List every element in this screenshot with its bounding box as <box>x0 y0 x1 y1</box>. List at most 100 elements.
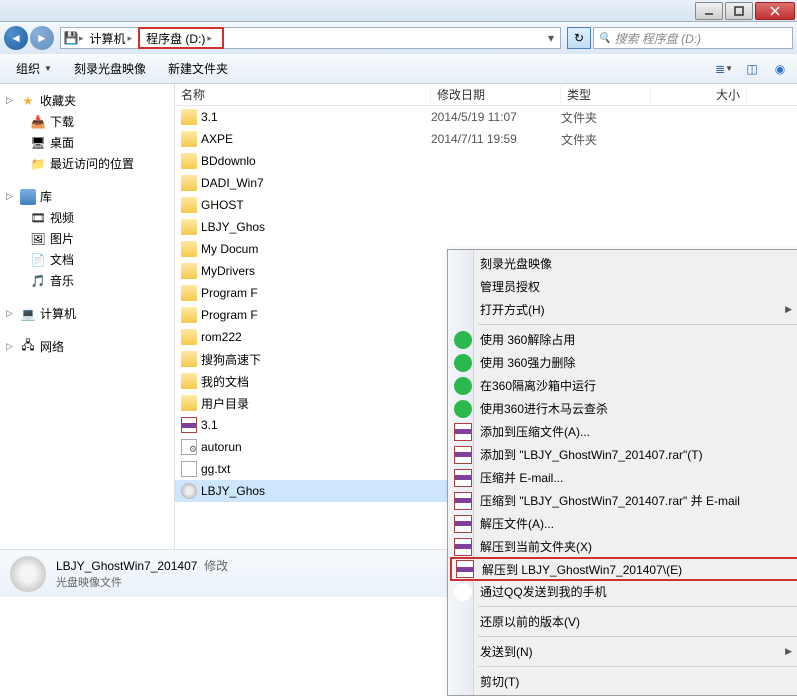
sidebar-item-documents[interactable]: 📄文档 <box>4 249 170 270</box>
help-button[interactable]: ◉ <box>769 59 791 79</box>
context-menu-item[interactable]: 还原以前的版本(V) <box>450 610 797 633</box>
search-icon: 🔍 <box>598 33 610 44</box>
folder-icon <box>181 285 197 301</box>
folder-icon <box>181 373 197 389</box>
context-menu-item[interactable]: 使用 360强力删除 <box>450 351 797 374</box>
file-name: rom222 <box>201 330 242 344</box>
context-menu-item[interactable]: 添加到 "LBJY_GhostWin7_201407.rar"(T) <box>450 443 797 466</box>
context-menu-item[interactable]: 使用 360解除占用 <box>450 328 797 351</box>
file-row[interactable]: AXPE2014/7/11 19:59文件夹 <box>175 128 797 150</box>
libraries-group[interactable]: ▷库 <box>4 186 170 207</box>
back-button[interactable]: ◄ <box>4 26 28 50</box>
context-menu-label: 压缩到 "LBJY_GhostWin7_201407.rar" 并 E-mail <box>480 492 740 509</box>
sidebar-item-videos[interactable]: 🎞视频 <box>4 207 170 228</box>
organize-button[interactable]: 组织 ▼ <box>6 57 62 80</box>
context-menu-item[interactable]: 剪切(T) <box>450 670 797 693</box>
context-menu: 刻录光盘映像管理员授权打开方式(H)▶ 使用 360解除占用使用 360强力删除在… <box>447 249 797 696</box>
file-name: DADI_Win7 <box>201 176 264 190</box>
context-menu-item[interactable]: 压缩到 "LBJY_GhostWin7_201407.rar" 并 E-mail <box>450 489 797 512</box>
sidebar-item-downloads[interactable]: 📥下载 <box>4 111 170 132</box>
sidebar-item-desktop[interactable]: 🖥桌面 <box>4 132 170 153</box>
context-menu-label: 添加到压缩文件(A)... <box>480 423 590 440</box>
context-menu-item[interactable]: 使用360进行木马云查杀 <box>450 397 797 420</box>
search-input[interactable]: 🔍 搜索 程序盘 (D:) <box>593 27 793 49</box>
address-bar[interactable]: 💾 ▸ 计算机 ▸ 程序盘 (D:) ▸ ▾ <box>60 27 561 49</box>
crumb-computer[interactable]: 计算机 ▸ <box>84 28 139 48</box>
file-name: Program F <box>201 308 258 322</box>
maximize-button[interactable] <box>725 2 753 20</box>
file-name: Program F <box>201 286 258 300</box>
video-icon: 🎞 <box>30 210 46 226</box>
file-type: 文件夹 <box>561 109 651 126</box>
context-menu-label: 通过QQ发送到我的手机 <box>480 583 607 600</box>
crumb-drive[interactable]: 程序盘 (D:) ▸ <box>138 27 224 49</box>
file-name: GHOST <box>201 198 244 212</box>
file-row[interactable]: LBJY_Ghos <box>175 216 797 238</box>
context-menu-label: 添加到 "LBJY_GhostWin7_201407.rar"(T) <box>480 446 703 463</box>
context-menu-separator <box>478 636 797 637</box>
favorites-group[interactable]: ▷★收藏夹 <box>4 90 170 111</box>
forward-button[interactable]: ► <box>30 26 54 50</box>
col-date[interactable]: 修改日期 <box>431 86 561 103</box>
new-folder-button[interactable]: 新建文件夹 <box>158 57 238 80</box>
360-icon <box>454 377 472 395</box>
context-menu-label: 解压文件(A)... <box>480 515 554 532</box>
context-menu-item[interactable]: 打开方式(H)▶ <box>450 298 797 321</box>
folder-icon <box>181 153 197 169</box>
view-options-button[interactable]: ≣ ▼ <box>713 59 735 79</box>
context-menu-item[interactable]: 发送到(N)▶ <box>450 640 797 663</box>
context-menu-label: 使用 360解除占用 <box>480 331 575 348</box>
file-name: 3.1 <box>201 418 218 432</box>
context-menu-item[interactable]: 解压文件(A)... <box>450 512 797 535</box>
preview-pane-button[interactable]: ◫ <box>741 59 763 79</box>
file-row[interactable]: GHOST <box>175 194 797 216</box>
folder-icon <box>181 219 197 235</box>
sidebar-item-pictures[interactable]: 🖼图片 <box>4 228 170 249</box>
qq-icon <box>454 583 472 601</box>
file-row[interactable]: DADI_Win7 <box>175 172 797 194</box>
computer-group[interactable]: ▷💻计算机 <box>4 303 170 324</box>
folder-icon <box>181 241 197 257</box>
file-row[interactable]: BDdownlo <box>175 150 797 172</box>
details-meta-label: 修改 <box>204 559 228 573</box>
rar-icon <box>456 560 474 578</box>
context-menu-item[interactable]: 通过QQ发送到我的手机 <box>450 580 797 603</box>
refresh-button[interactable]: ↻ <box>567 27 591 49</box>
document-icon: 📄 <box>30 252 46 268</box>
360-icon <box>454 354 472 372</box>
file-name: 搜狗高速下 <box>201 351 261 368</box>
col-size[interactable]: 大小 <box>651 86 747 103</box>
iso-icon <box>181 483 197 499</box>
txt-icon <box>181 461 197 477</box>
details-filename: LBJY_GhostWin7_201407 <box>56 559 197 573</box>
context-menu-item[interactable]: 压缩并 E-mail... <box>450 466 797 489</box>
context-menu-item[interactable]: 在360隔离沙箱中运行 <box>450 374 797 397</box>
folder-icon <box>181 263 197 279</box>
col-type[interactable]: 类型 <box>561 86 651 103</box>
file-pane: 名称 修改日期 类型 大小 3.12014/5/19 11:07文件夹AXPE2… <box>175 84 797 549</box>
rar-icon <box>454 423 472 441</box>
context-menu-item[interactable]: 管理员授权 <box>450 275 797 298</box>
burn-image-button[interactable]: 刻录光盘映像 <box>64 57 156 80</box>
context-menu-label: 在360隔离沙箱中运行 <box>480 377 596 394</box>
folder-icon <box>181 131 197 147</box>
context-menu-label: 还原以前的版本(V) <box>480 613 580 630</box>
context-menu-item[interactable]: 刻录光盘映像 <box>450 252 797 275</box>
context-menu-item[interactable]: 添加到压缩文件(A)... <box>450 420 797 443</box>
address-dropdown-icon[interactable]: ▾ <box>544 31 558 45</box>
close-button[interactable] <box>755 2 795 20</box>
downloads-icon: 📥 <box>30 114 46 130</box>
sidebar-item-music[interactable]: 🎵音乐 <box>4 270 170 291</box>
col-name[interactable]: 名称 <box>175 86 431 103</box>
file-name: gg.txt <box>201 462 230 476</box>
folder-icon <box>181 329 197 345</box>
sidebar-item-recent[interactable]: 📁最近访问的位置 <box>4 153 170 174</box>
details-file-icon <box>10 556 46 592</box>
submenu-arrow-icon: ▶ <box>785 646 792 657</box>
context-menu-item[interactable]: 解压到当前文件夹(X) <box>450 535 797 558</box>
file-row[interactable]: 3.12014/5/19 11:07文件夹 <box>175 106 797 128</box>
minimize-button[interactable] <box>695 2 723 20</box>
recent-icon: 📁 <box>30 156 46 172</box>
context-menu-item[interactable]: 解压到 LBJY_GhostWin7_201407\(E) <box>450 557 797 581</box>
network-group[interactable]: ▷🖧网络 <box>4 336 170 357</box>
